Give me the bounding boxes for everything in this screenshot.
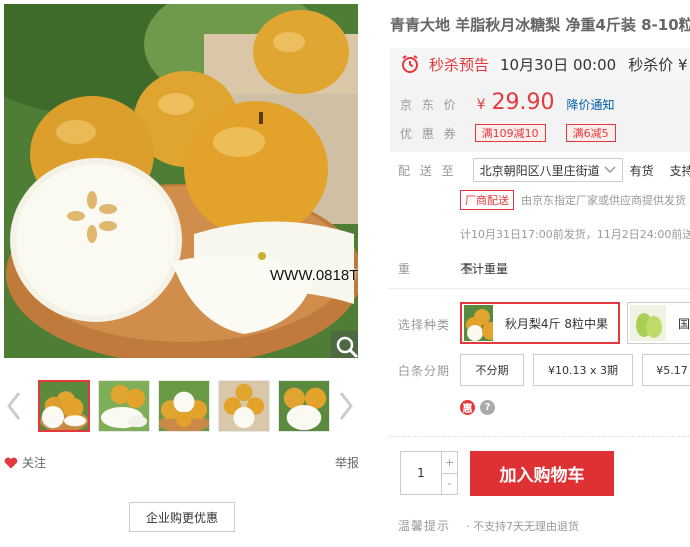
- vendor-shipping-text: 由京东指定厂家或供应商提供发货: [521, 194, 686, 207]
- heart-icon: [4, 457, 18, 468]
- chevron-left-icon: [7, 392, 21, 420]
- quantity-decrease-button[interactable]: -: [442, 474, 457, 495]
- variant-thumbnail: [464, 305, 493, 341]
- shipping-row: 配 送 至 北京朝阳区八里庄街道 有货 支持 不: [398, 158, 690, 182]
- thumbnail-2[interactable]: [98, 380, 150, 432]
- jd-price-label: 京 东 价: [400, 98, 459, 112]
- divider: [388, 288, 690, 289]
- price-drop-notify-link[interactable]: 降价通知: [567, 96, 615, 113]
- seckill-price-label: 秒杀价 ¥: [628, 55, 688, 74]
- alarm-clock-icon: [402, 55, 418, 73]
- installment-label: 白条分期: [398, 364, 451, 378]
- report-link[interactable]: 举报: [335, 454, 359, 471]
- quantity-stepper: + -: [400, 451, 458, 495]
- tips-row: 温馨提示 · 不支持7天无理由退货: [398, 517, 579, 534]
- watermark-text: WWW.0818TUAN.COM: [270, 267, 358, 284]
- variant-option-1-label: 秋月梨4斤 8粒中果: [504, 316, 608, 331]
- quantity-increase-button[interactable]: +: [442, 452, 457, 474]
- variant-option-2[interactable]: 国: [627, 302, 690, 344]
- delivery-estimate: 计10月31日17:00前发货，11月2日24:00前送: [460, 228, 690, 241]
- enterprise-purchase-button[interactable]: 企业购更优惠: [129, 502, 235, 532]
- thumbnail-next-arrow[interactable]: [336, 388, 356, 424]
- variant-label: 选择种类: [398, 318, 451, 332]
- seckill-preview-bar: 秒杀预告 10月30日 00:00 秒杀价 ¥: [390, 48, 690, 80]
- product-price: 29.90: [491, 90, 555, 115]
- seckill-label: 秒杀预告: [429, 55, 490, 74]
- installment-3-periods[interactable]: ¥10.13 x 3期: [533, 354, 633, 386]
- address-value: 北京朝阳区八里庄街道: [479, 163, 600, 178]
- divider-dashed: [388, 436, 690, 437]
- coupon-label: 优 惠 券: [400, 126, 459, 141]
- product-title: 青青大地 羊脂秋月冰糖梨 净重4斤装 8-10粒: [390, 16, 690, 34]
- thumbnail-3[interactable]: [158, 380, 210, 432]
- currency-symbol: ¥: [476, 97, 486, 113]
- chevron-right-icon: [339, 392, 353, 420]
- coupon-6-5[interactable]: 满6减5: [565, 124, 616, 142]
- variant-option-2-label: 国: [678, 316, 690, 331]
- coupon-109-10[interactable]: 满109减10: [474, 124, 546, 142]
- help-question-icon[interactable]: ?: [480, 400, 495, 415]
- pear-photo: [4, 4, 358, 358]
- seckill-time: 10月30日 00:00: [500, 55, 617, 74]
- follow-button[interactable]: 关注: [4, 454, 46, 471]
- quantity-input[interactable]: [401, 452, 441, 494]
- ship-to-label: 配 送 至: [398, 163, 457, 178]
- service-badges: 惠 ?: [460, 400, 495, 415]
- price-summary: 京 东 价 ¥ 29.90 降价通知 优 惠 券 满109减10 满6减5: [390, 80, 690, 152]
- vendor-shipping-tag: 厂商配送: [460, 190, 514, 210]
- thumbnail-4[interactable]: [218, 380, 270, 432]
- thumbnail-1[interactable]: [38, 380, 90, 432]
- support-label: 支持: [669, 163, 690, 178]
- installment-none[interactable]: 不分期: [460, 354, 524, 386]
- distribution-row: 厂商配送 由京东指定厂家或供应商提供发货: [460, 190, 686, 210]
- variant-option-1[interactable]: 秋月梨4斤 8粒中果: [460, 302, 620, 344]
- follow-label: 关注: [22, 456, 47, 470]
- thumbnail-prev-arrow[interactable]: [4, 388, 24, 424]
- variant-thumbnail: [630, 305, 666, 341]
- zoom-icon[interactable]: [331, 331, 358, 358]
- thumbnail-5[interactable]: [278, 380, 330, 432]
- installment-option-3[interactable]: ¥5.17: [642, 354, 690, 386]
- stock-status: 有货: [629, 163, 654, 178]
- add-to-cart-button[interactable]: 加入购物车: [470, 451, 614, 496]
- chevron-down-icon: [604, 166, 616, 174]
- thumbnail-strip: [38, 380, 330, 432]
- service-badge-icon[interactable]: 惠: [460, 400, 475, 415]
- tips-text: · 不支持7天无理由退货: [466, 519, 580, 533]
- main-product-image[interactable]: WWW.0818TUAN.COM: [4, 4, 358, 358]
- tips-label: 温馨提示: [398, 519, 451, 533]
- weight-value: 不计重量: [460, 262, 509, 276]
- address-selector[interactable]: 北京朝阳区八里庄街道: [472, 158, 623, 182]
